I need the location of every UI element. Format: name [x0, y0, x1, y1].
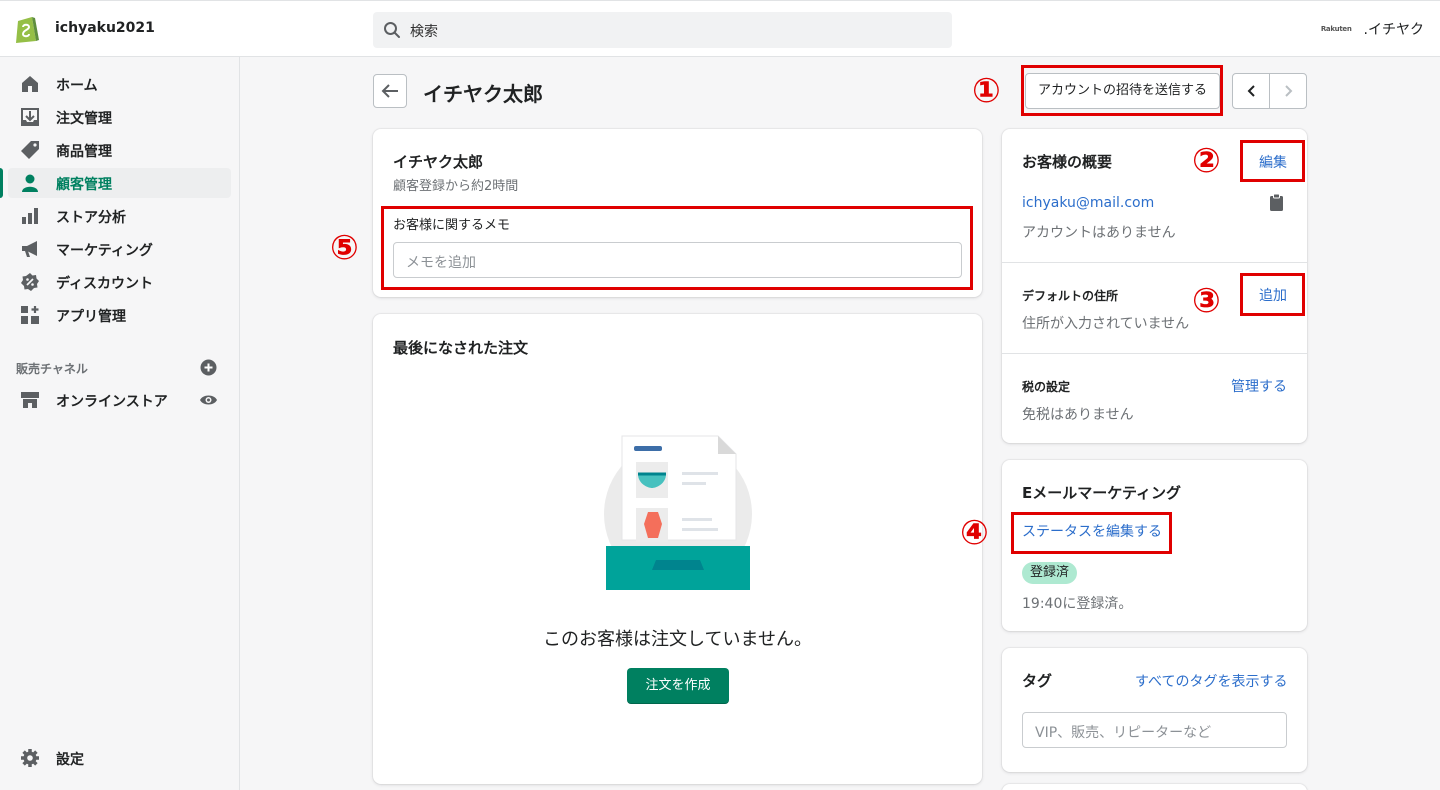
sales-channels-title: 販売チャネル	[16, 362, 88, 376]
next-card	[1002, 784, 1307, 790]
store-name[interactable]: ichyaku2021	[55, 20, 155, 36]
search-input[interactable]: 検索	[373, 12, 952, 48]
megaphone-icon	[22, 241, 37, 257]
shopify-logo-icon[interactable]	[14, 14, 40, 44]
sidebar-item-label: ストア分析	[56, 210, 126, 226]
tag-icon	[21, 141, 39, 159]
eye-icon[interactable]	[199, 392, 218, 408]
orders-icon	[21, 108, 39, 126]
next-button[interactable]	[1270, 74, 1307, 108]
page-title: イチヤク太郎	[423, 82, 543, 106]
empty-orders-illustration-icon	[604, 435, 752, 590]
sidebar-item-label: 注文管理	[56, 111, 112, 127]
sidebar-item-label: アプリ管理	[56, 309, 126, 325]
sidebar-item-apps[interactable]: アプリ管理	[8, 300, 231, 330]
overview-title: お客様の概要	[1022, 153, 1113, 171]
previous-button[interactable]	[1233, 74, 1270, 108]
manage-tax-link[interactable]: 管理する	[1231, 376, 1287, 396]
tags-input[interactable]: VIP、販売、リピーターなど	[1022, 712, 1287, 748]
add-channel-plus-icon[interactable]	[200, 359, 217, 376]
sidebar-item-orders[interactable]: 注文管理	[8, 102, 231, 132]
customer-registered: 顧客登録から約2時間	[393, 179, 519, 194]
tags-card	[1002, 648, 1307, 772]
annotation-number-1: ①	[972, 71, 1001, 111]
tax-status: 免税はありません	[1022, 407, 1134, 423]
view-all-tags-link[interactable]: すべてのタグを表示する	[1135, 671, 1287, 691]
sidebar-item-label: ホーム	[56, 78, 98, 94]
create-order-button[interactable]: 注文を作成	[627, 668, 729, 704]
sidebar-item-label: オンラインストア	[56, 394, 168, 410]
partner-logo: Rakuten	[1320, 25, 1352, 33]
sidebar-item-products[interactable]: 商品管理	[8, 135, 231, 165]
annotation-box-2	[1240, 140, 1305, 182]
divider	[1002, 262, 1307, 263]
user-name: .イチヤク	[1363, 22, 1424, 38]
sidebar-item-label: ディスカウント	[56, 276, 154, 292]
sidebar-item-home[interactable]: ホーム	[8, 69, 231, 99]
tags-placeholder: VIP、販売、リピーターなど	[1035, 725, 1212, 741]
sidebar-item-analytics[interactable]: ストア分析	[8, 201, 231, 231]
back-button[interactable]	[373, 74, 407, 108]
sidebar-item-discounts[interactable]: ディスカウント	[8, 267, 231, 297]
sidebar-item-label: 商品管理	[56, 144, 112, 160]
sidebar-item-marketing[interactable]: マーケティング	[8, 234, 231, 264]
empty-orders-text: このお客様は注文していません。	[543, 629, 812, 650]
tax-title: 税の設定	[1022, 380, 1071, 394]
clipboard-icon[interactable]	[1270, 194, 1283, 211]
customer-icon	[22, 174, 38, 192]
top-bar: ichyaku2021 検索 Rakuten .イチヤク	[0, 0, 1440, 57]
sidebar-item-label: 顧客管理	[56, 177, 112, 193]
customer-email-link[interactable]: ichyaku@mail.com	[1022, 195, 1154, 211]
annotation-box-1	[1021, 65, 1223, 116]
sidebar-item-online-store[interactable]: オンラインストア	[8, 385, 231, 415]
address-title: デフォルトの住所	[1022, 289, 1119, 303]
store-icon	[21, 392, 39, 408]
sidebar-item-label: 設定	[56, 752, 84, 768]
tags-title: タグ	[1022, 672, 1053, 690]
search-placeholder: 検索	[410, 24, 438, 40]
email-marketing-title: Eメールマーケティング	[1022, 484, 1182, 502]
chevron-left-icon	[1247, 85, 1255, 97]
gear-icon	[21, 749, 39, 767]
sidebar-item-customers[interactable]: 顧客管理	[0, 168, 231, 198]
sidebar: ホーム 注文管理 商品管理 顧客管理 ストア分析 マーケティング ディスカウント…	[0, 57, 240, 790]
analytics-icon	[22, 208, 38, 224]
discount-icon	[21, 273, 39, 291]
sidebar-item-settings[interactable]: 設定	[8, 743, 231, 773]
subscribed-badge: 登録済	[1022, 562, 1078, 584]
orders-title: 最後になされた注文	[393, 339, 529, 357]
chevron-right-icon	[1284, 85, 1292, 97]
annotation-number-2: ②	[1192, 141, 1221, 181]
address-status: 住所が入力されていません	[1022, 316, 1190, 332]
sidebar-item-label: マーケティング	[56, 243, 153, 259]
subscribed-text: 19:40に登録済。	[1022, 596, 1133, 612]
apps-icon	[21, 306, 39, 324]
annotation-box-3	[1240, 273, 1305, 316]
customer-name: イチヤク太郎	[393, 153, 484, 171]
user-menu[interactable]: Rakuten .イチヤク	[1321, 19, 1424, 39]
annotation-box-5	[381, 206, 973, 290]
annotation-number-3: ③	[1192, 281, 1221, 321]
search-icon	[384, 22, 400, 38]
pagination	[1232, 73, 1307, 109]
annotation-number-4: ④	[960, 513, 989, 553]
annotation-number-5: ⑤	[330, 228, 359, 268]
annotation-box-4	[1011, 512, 1172, 554]
arrow-left-icon	[381, 84, 398, 98]
account-status: アカウントはありません	[1022, 225, 1176, 241]
home-icon	[22, 76, 38, 92]
divider	[1002, 353, 1307, 354]
